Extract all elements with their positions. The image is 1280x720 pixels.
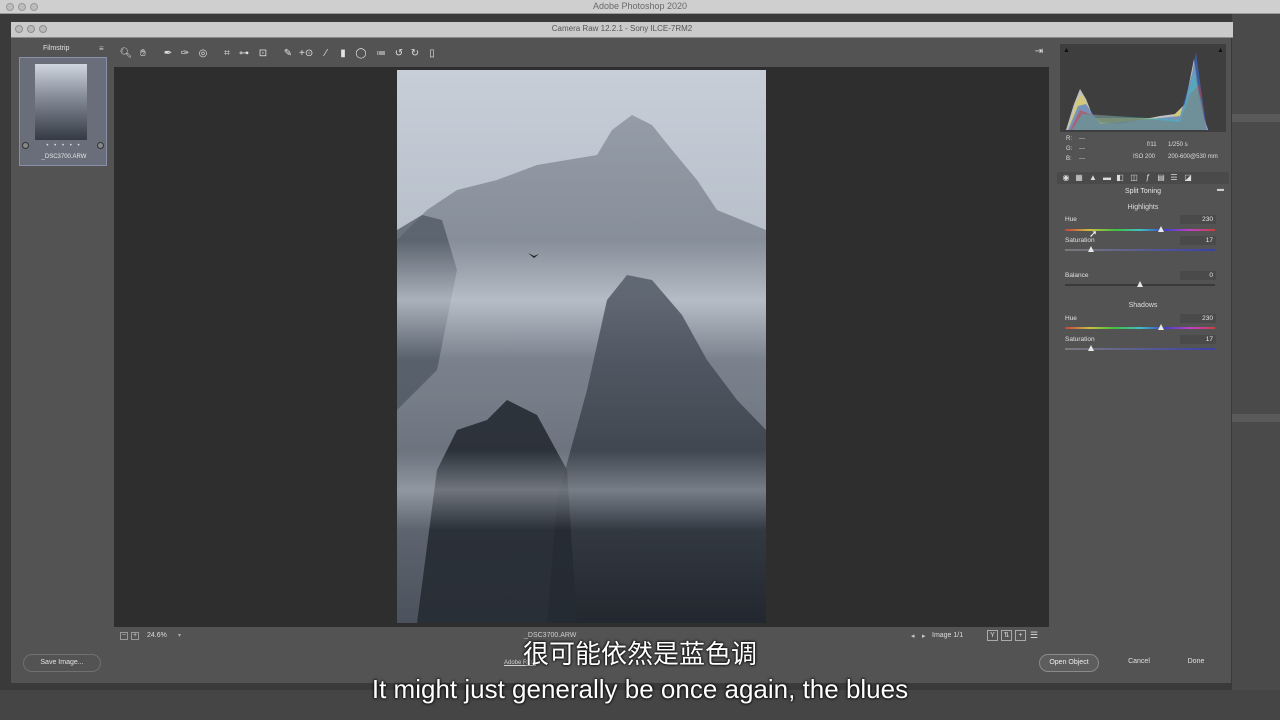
targeted-adjustment-icon[interactable]: ◎: [196, 47, 210, 61]
shadow-clipping-icon[interactable]: ▲: [1063, 47, 1070, 54]
app-title: Adobe Photoshop 2020: [592, 1, 688, 11]
presets-tab-icon[interactable]: ☰: [1169, 173, 1179, 183]
camera-info: R: --- G: --- B: --- f/11 1/250 s ISO 20…: [1060, 134, 1226, 170]
trash-icon[interactable]: ▯: [425, 47, 439, 61]
thumbnail-image: [35, 64, 87, 140]
panel-strip-divider: [1232, 114, 1280, 122]
preview-image[interactable]: [397, 70, 766, 623]
shadows-hue-value[interactable]: 230: [1180, 314, 1216, 323]
tone-curve-tab-icon[interactable]: ▦: [1074, 173, 1084, 183]
iso: ISO 200: [1133, 154, 1156, 160]
photoshop-titlebar: Adobe Photoshop 2020: [0, 0, 1280, 14]
g-value: ---: [1079, 146, 1085, 152]
filmstrip-panel: Filmstrip ≡ • • • • • _DSC3700.ARW: [15, 42, 111, 646]
camera-raw-dialog: Camera Raw 12.2.1 - Sony ILCE-7RM2 Films…: [10, 21, 1233, 684]
balance-value[interactable]: 0: [1180, 271, 1216, 280]
color-sampler-icon[interactable]: ✑: [178, 47, 192, 61]
slider-thumb[interactable]: [1158, 226, 1164, 232]
radial-filter-icon[interactable]: ◯: [354, 47, 368, 61]
crop-icon[interactable]: ⌗: [220, 47, 234, 61]
hand-icon[interactable]: ✋︎: [136, 47, 150, 61]
mouse-cursor-icon: ➚: [1089, 229, 1098, 240]
panel-tabs: ◉ ▦ ▲ ▬ ◧ ◫ ƒ ▤ ☰ ◪: [1057, 172, 1229, 184]
thumb-rating[interactable]: • • • • •: [20, 143, 108, 149]
lens-tab-icon[interactable]: ◫: [1129, 173, 1139, 183]
split-toning-tab-icon[interactable]: ◧: [1115, 173, 1125, 183]
rotate-right-icon[interactable]: ↻: [408, 47, 422, 61]
zoom-icon[interactable]: 🔍︎: [119, 47, 133, 61]
g-label: G:: [1066, 146, 1073, 152]
slider-thumb[interactable]: [1087, 246, 1094, 252]
basic-tab-icon[interactable]: ◉: [1061, 173, 1071, 183]
slider-thumb[interactable]: [1087, 345, 1094, 351]
red-eye-icon[interactable]: +⊙: [299, 47, 313, 61]
subtitle-chinese: 很可能依然是蓝色调: [522, 639, 757, 669]
photoshop-panel-strip: [1232, 14, 1280, 720]
presets-icon[interactable]: ≔: [374, 47, 388, 61]
panel-title: Split Toning: [1124, 188, 1162, 195]
shutter-speed: 1/250 s: [1168, 142, 1188, 148]
adjustments-panel: ▲ ▲ R: --- G: --- B: --- f/11 1/250 s IS…: [1057, 44, 1229, 646]
histogram: ▲ ▲: [1060, 44, 1226, 132]
highlights-saturation-value[interactable]: 17: [1180, 236, 1216, 245]
white-balance-icon[interactable]: ✒: [161, 47, 175, 61]
adjustment-brush-icon[interactable]: ⁄: [319, 47, 333, 61]
rotate-left-icon[interactable]: ↺: [392, 47, 406, 61]
filmstrip-menu-icon[interactable]: ≡: [99, 44, 104, 53]
shadows-saturation-label: Saturation: [1065, 336, 1095, 343]
highlights-heading: Highlights: [1127, 204, 1159, 211]
shadows-heading: Shadows: [1128, 302, 1158, 309]
filmstrip-label: Filmstrip: [43, 45, 70, 52]
detail-tab-icon[interactable]: ▲: [1088, 173, 1098, 183]
thumb-filename: _DSC3700.ARW: [41, 154, 87, 160]
shadows-hue-label: Hue: [1065, 315, 1077, 322]
effects-tab-icon[interactable]: ƒ: [1143, 173, 1153, 183]
highlights-hue-label: Hue: [1065, 216, 1077, 223]
r-value: ---: [1079, 136, 1085, 142]
b-value: ---: [1079, 156, 1085, 162]
highlight-clipping-icon[interactable]: ▲: [1217, 47, 1224, 54]
balance-label: Balance: [1065, 272, 1089, 279]
aperture: f/11: [1147, 142, 1157, 148]
r-label: R:: [1066, 136, 1072, 142]
subtitle-english: It might just generally be once again, t…: [371, 674, 909, 704]
full-screen-icon[interactable]: ⇥: [1032, 46, 1046, 60]
panel-strip-divider: [1232, 414, 1280, 422]
shadows-hue-slider[interactable]: [1065, 324, 1215, 330]
slider-thumb[interactable]: [1137, 281, 1143, 287]
panel-menu-icon[interactable]: ▬: [1217, 186, 1224, 193]
straighten-icon[interactable]: ⊶: [237, 47, 251, 61]
dialog-title: Camera Raw 12.2.1 - Sony ILCE-7RM2: [551, 24, 693, 33]
histogram-graph: [1066, 52, 1208, 130]
balance-slider[interactable]: [1065, 281, 1215, 287]
highlights-saturation-slider[interactable]: [1065, 246, 1215, 252]
shadows-saturation-value[interactable]: 17: [1180, 335, 1216, 344]
transform-icon[interactable]: ⊡: [256, 47, 270, 61]
highlights-hue-value[interactable]: 230: [1180, 215, 1216, 224]
slider-thumb[interactable]: [1158, 324, 1164, 330]
highlights-hue-slider[interactable]: [1065, 226, 1215, 232]
b-label: B:: [1066, 156, 1072, 162]
filmstrip-item[interactable]: • • • • • _DSC3700.ARW: [19, 57, 107, 166]
spot-removal-icon[interactable]: ✎: [281, 47, 295, 61]
shadows-saturation-slider[interactable]: [1065, 345, 1215, 351]
calibration-tab-icon[interactable]: ▤: [1156, 173, 1166, 183]
toolbar: 🔍︎ ✋︎ ✒ ✑ ◎ ⌗ ⊶ ⊡ ✎ +⊙ ⁄ ▮ ◯ ≔ ↺ ↻ ▯: [116, 44, 1051, 64]
hsl-tab-icon[interactable]: ▬: [1102, 173, 1112, 183]
lens-focal-length: 200-600@530 mm: [1168, 154, 1218, 160]
snapshots-tab-icon[interactable]: ◪: [1183, 173, 1193, 183]
misty-mountain-photo: [397, 70, 766, 623]
dialog-titlebar: Camera Raw 12.2.1 - Sony ILCE-7RM2: [11, 22, 1233, 38]
graduated-filter-icon[interactable]: ▮: [336, 47, 350, 61]
